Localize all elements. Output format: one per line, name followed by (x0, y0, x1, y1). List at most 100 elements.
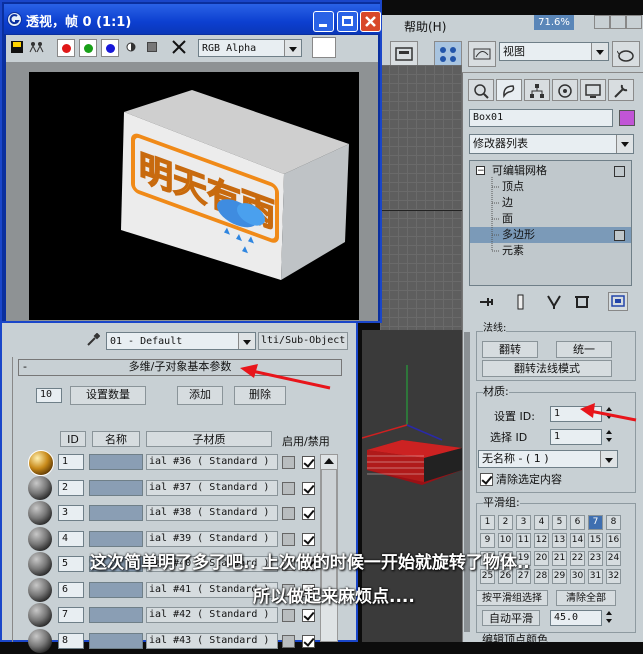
render-titlebar[interactable]: 透视，帧 0 (1:1) (4, 4, 381, 34)
view-dropdown[interactable]: 视图 (499, 42, 609, 61)
submaterial-button[interactable]: ial #42 ( Standard ) (146, 607, 278, 623)
hierarchy-tab-icon[interactable] (524, 79, 550, 101)
auto-smooth-button[interactable]: 自动平滑 (482, 610, 540, 626)
smoothing-group-button[interactable]: 16 (606, 533, 621, 548)
submaterial-button[interactable]: ial #39 ( Standard ) (146, 530, 278, 547)
submaterial-id-field[interactable]: 3 (58, 505, 84, 521)
render-teapot-icon[interactable] (612, 41, 640, 67)
smoothing-group-button[interactable]: 1 (480, 515, 495, 530)
submaterial-id-field[interactable]: 2 (58, 479, 84, 496)
save-bitmap-icon[interactable] (10, 40, 24, 54)
stack-toggle-icon[interactable] (614, 230, 625, 241)
smoothing-group-button[interactable]: 8 (606, 515, 621, 530)
submaterial-id-field[interactable]: 5 (58, 556, 84, 572)
auto-smooth-spinner-icon[interactable] (604, 610, 614, 625)
smoothing-group-button[interactable]: 2 (498, 515, 513, 530)
auto-smooth-field[interactable]: 45.0 (550, 610, 602, 626)
restore-main-button[interactable] (610, 15, 626, 29)
material-preview-sphere[interactable] (28, 577, 52, 602)
smoothing-group-button[interactable]: 10 (498, 533, 513, 548)
modifier-list-dropdown[interactable]: 修改器列表 (469, 134, 634, 154)
smoothing-group-button[interactable]: 30 (570, 569, 585, 584)
submaterial-enable-checkbox[interactable] (302, 634, 315, 648)
smoothing-group-button[interactable]: 23 (588, 551, 603, 566)
submaterial-button[interactable]: ial #38 ( Standard ) (146, 505, 278, 521)
smoothing-group-button[interactable]: 32 (606, 569, 621, 584)
scroll-up-icon[interactable] (324, 458, 334, 464)
select-id-spinner-icon[interactable] (604, 429, 614, 444)
submaterial-color-swatch[interactable] (282, 609, 295, 622)
minimize-button[interactable] (313, 11, 334, 32)
smoothing-group-button[interactable]: 6 (570, 515, 585, 530)
submaterial-enable-checkbox[interactable] (302, 507, 315, 520)
color-swatch[interactable] (312, 37, 336, 58)
motion-tab-icon[interactable] (552, 79, 578, 101)
submaterial-color-swatch[interactable] (282, 456, 295, 469)
utilities-tab-icon[interactable] (608, 79, 634, 101)
submaterial-id-field[interactable]: 8 (58, 632, 84, 649)
stack-toggle-icon[interactable] (614, 166, 625, 177)
submaterial-name-field[interactable] (89, 479, 143, 496)
material-preview-sphere[interactable] (28, 450, 54, 476)
smoothing-group-button[interactable]: 24 (606, 551, 621, 566)
scroll-thumb[interactable] (321, 469, 337, 599)
smoothing-group-button[interactable]: 3 (516, 515, 531, 530)
align-icon[interactable] (390, 41, 418, 67)
material-preview-sphere[interactable] (28, 552, 52, 576)
create-tab-icon[interactable] (468, 79, 494, 101)
submaterial-name-field[interactable] (89, 581, 143, 598)
submaterial-enable-checkbox[interactable] (302, 456, 315, 469)
smoothing-group-button[interactable]: 12 (534, 533, 549, 548)
curve-editor-icon[interactable] (468, 41, 496, 67)
smoothing-group-button[interactable]: 31 (588, 569, 603, 584)
submaterial-name-field[interactable] (89, 530, 143, 547)
clone-frame-icon[interactable] (29, 40, 45, 54)
smoothing-group-button[interactable]: 29 (552, 569, 567, 584)
select-id-button[interactable]: 选择 ID (490, 429, 527, 445)
smoothing-group-button[interactable]: 9 (480, 533, 495, 548)
green-channel-icon[interactable] (79, 39, 97, 57)
submaterial-enable-checkbox[interactable] (302, 609, 315, 622)
viewport-top[interactable] (380, 65, 462, 330)
submaterial-color-swatch[interactable] (282, 532, 295, 546)
smoothing-group-button[interactable]: 28 (534, 569, 549, 584)
display-tab-icon[interactable] (580, 79, 606, 101)
submaterial-color-swatch[interactable] (282, 634, 295, 648)
material-name-combo[interactable]: 01 - Default (106, 332, 256, 350)
material-preview-sphere[interactable] (28, 603, 52, 627)
submaterial-id-field[interactable]: 4 (58, 530, 84, 547)
column-header-id[interactable]: ID (60, 431, 86, 447)
submaterial-enable-checkbox[interactable] (302, 532, 315, 546)
unify-button[interactable]: 统一 (556, 341, 612, 358)
configure-modifier-sets-icon[interactable] (608, 292, 628, 311)
set-number-button[interactable]: 设置数量 (70, 386, 146, 405)
close-button[interactable] (360, 11, 381, 32)
material-preview-sphere[interactable] (28, 501, 52, 525)
close-main-button[interactable] (626, 15, 642, 29)
submaterial-id-field[interactable]: 6 (58, 581, 84, 598)
submaterial-button[interactable]: ial #43 ( Standard ) (146, 632, 278, 649)
submaterial-color-swatch[interactable] (282, 507, 295, 520)
red-channel-icon[interactable] (57, 39, 75, 57)
make-unique-icon[interactable] (546, 294, 564, 310)
clear-all-button[interactable]: 清除全部 (556, 590, 616, 606)
alpha-channel-icon[interactable] (126, 42, 136, 52)
material-preview-sphere[interactable] (28, 475, 52, 500)
material-count-field[interactable]: 10 (36, 388, 62, 403)
help-menu[interactable]: 帮助(H) (404, 18, 446, 35)
pin-stack-icon[interactable] (478, 294, 496, 310)
monochrome-icon[interactable] (147, 42, 157, 52)
material-type-button[interactable]: lti/Sub-Object (258, 332, 348, 350)
show-end-result-icon[interactable] (512, 294, 530, 310)
submaterial-name-field[interactable] (89, 454, 143, 470)
submaterial-name-field[interactable] (89, 632, 143, 649)
blue-channel-icon[interactable] (101, 39, 119, 57)
smoothing-group-button[interactable]: 7 (588, 515, 603, 530)
maximize-button[interactable] (337, 11, 358, 32)
smoothing-group-button[interactable]: 5 (552, 515, 567, 530)
collapse-toggle-icon[interactable]: − (476, 166, 485, 176)
submaterial-enable-checkbox[interactable] (302, 481, 315, 495)
flip-button[interactable]: 翻转 (482, 341, 538, 358)
schematic-view-icon[interactable] (434, 41, 462, 67)
smoothing-group-button[interactable]: 14 (570, 533, 585, 548)
